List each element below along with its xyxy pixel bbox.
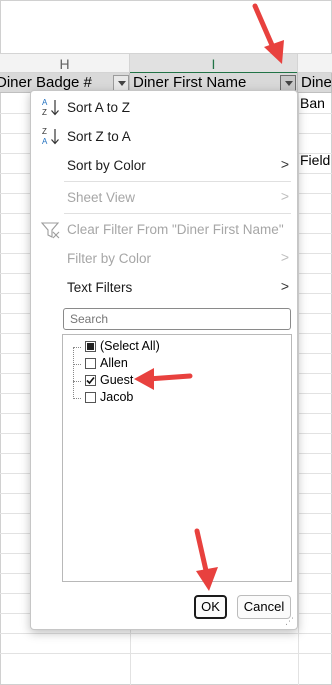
list-item-label: Jacob xyxy=(100,390,134,404)
column-letter-h[interactable]: H xyxy=(0,54,130,74)
cell-j-row1[interactable]: Ban xyxy=(300,95,325,111)
menu-item-text-filters[interactable]: Text Filters > xyxy=(31,273,299,303)
menu-separator xyxy=(64,181,291,182)
list-item-label: Allen xyxy=(100,356,128,370)
menu-item-label: Text Filters xyxy=(67,280,133,295)
grid-line xyxy=(0,633,332,634)
menu-separator xyxy=(64,213,291,214)
ok-button[interactable]: OK xyxy=(194,595,227,619)
chevron-right-icon: > xyxy=(280,278,289,294)
menu-item-clear-filter: Clear Filter From "Diner First Name" xyxy=(31,215,299,245)
annotation-arrow-icon xyxy=(194,528,218,591)
menu-item-label: Filter by Color xyxy=(67,251,152,266)
list-item-label: Guest xyxy=(100,373,134,387)
tree-connector xyxy=(73,398,81,399)
list-item-label: (Select All) xyxy=(100,339,160,353)
chevron-right-icon: > xyxy=(280,188,289,204)
svg-text:A: A xyxy=(42,137,48,146)
annotation-arrow-icon xyxy=(252,3,284,64)
clear-filter-icon xyxy=(40,219,62,241)
filter-dropdown-button-h[interactable] xyxy=(113,75,129,91)
list-item-select-all[interactable]: (Select All) xyxy=(83,338,203,356)
sort-ascending-icon: A Z xyxy=(40,97,62,119)
checkbox-unchecked[interactable] xyxy=(85,392,96,403)
cancel-button[interactable]: Cancel xyxy=(237,595,291,619)
menu-item-label: Sort A to Z xyxy=(67,100,131,115)
tree-connector xyxy=(73,347,74,399)
header-label-j: Dine xyxy=(301,74,332,91)
chevron-right-icon: > xyxy=(280,156,289,172)
tree-connector xyxy=(73,347,81,348)
menu-item-label: Sheet View xyxy=(67,190,136,205)
svg-text:Z: Z xyxy=(42,108,47,117)
menu-item-label: Clear Filter From "Diner First Name" xyxy=(67,222,284,237)
filter-dropdown-button-i[interactable] xyxy=(280,75,296,91)
svg-text:Z: Z xyxy=(42,127,47,136)
search-input[interactable]: Search xyxy=(63,308,291,330)
menu-item-sort-a-to-z[interactable]: A Z Sort A to Z xyxy=(31,93,299,123)
checkbox-unchecked[interactable] xyxy=(85,358,96,369)
chevron-right-icon: > xyxy=(280,249,289,265)
svg-text:A: A xyxy=(42,98,48,107)
sort-descending-icon: Z A xyxy=(40,126,62,148)
cell-j-row3[interactable]: Field xyxy=(300,152,330,168)
menu-item-filter-by-color: Filter by Color > xyxy=(31,244,299,274)
filter-dropdown-panel: A Z Sort A to Z Z A Sort Z to A Sort by … xyxy=(30,90,298,630)
menu-item-sheet-view: Sheet View > xyxy=(31,183,299,213)
menu-item-sort-z-to-a[interactable]: Z A Sort Z to A xyxy=(31,122,299,152)
header-label-h: Diner Badge # xyxy=(0,74,92,91)
resize-grip-icon[interactable]: ⋰ xyxy=(285,616,294,627)
grid-line xyxy=(0,653,332,654)
grid-line xyxy=(298,93,299,685)
menu-item-sort-by-color[interactable]: Sort by Color > xyxy=(31,151,299,181)
annotation-arrow-icon xyxy=(134,368,193,390)
menu-item-label: Sort by Color xyxy=(67,158,146,173)
checkbox-checked[interactable] xyxy=(85,375,96,386)
header-label-i: Diner First Name xyxy=(133,74,247,91)
tree-connector xyxy=(73,381,81,382)
tree-connector xyxy=(73,364,81,365)
menu-item-label: Sort Z to A xyxy=(67,129,131,144)
checkbox-indeterminate[interactable] xyxy=(85,341,96,352)
header-cell-j[interactable]: Dine xyxy=(299,73,332,93)
